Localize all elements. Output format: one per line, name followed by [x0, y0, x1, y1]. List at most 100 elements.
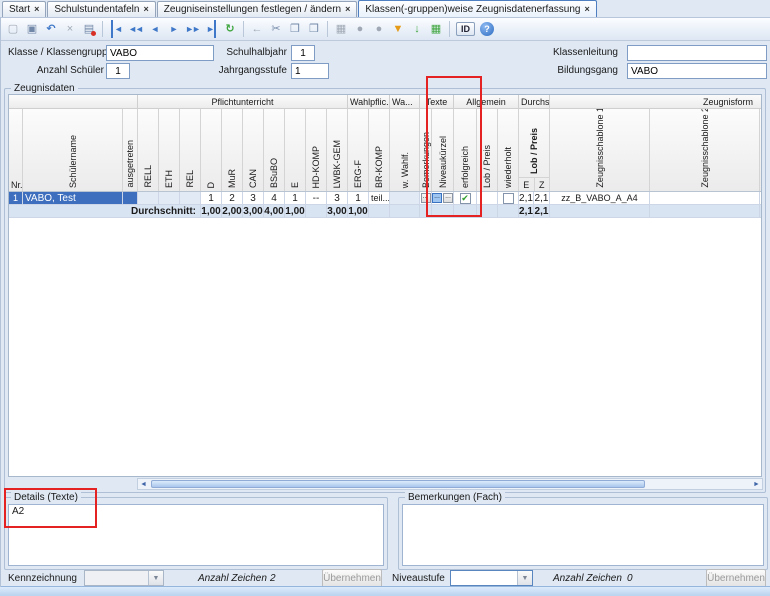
help-icon[interactable]: ? — [480, 22, 494, 36]
cell-lob-preis[interactable] — [477, 192, 498, 205]
cell-wiederholt[interactable] — [498, 192, 519, 205]
paste-icon[interactable]: ❒ — [305, 20, 323, 38]
kennzeichnung-combobox[interactable]: ▼ — [84, 570, 164, 586]
nav-rewind-icon[interactable]: ◄◄ — [126, 20, 144, 38]
scrollbar-thumb[interactable] — [151, 480, 645, 488]
klasse-label: Klasse / Klassengruppe — [8, 47, 104, 58]
cell-grade[interactable]: -- — [306, 192, 327, 205]
back-arrow-icon[interactable]: ← — [248, 20, 266, 38]
print-preview-icon[interactable]: ● — [351, 20, 369, 38]
niveaukuerzel-value[interactable]: ... — [432, 193, 442, 203]
chevron-down-icon[interactable]: ▼ — [517, 571, 532, 585]
cell-bemerkungen[interactable]: ... — [420, 192, 432, 205]
export-excel-icon[interactable]: ▦ — [427, 20, 445, 38]
col-subject: ERG-F — [348, 109, 369, 191]
niveaukuerzel-ellipsis-button[interactable]: ... — [443, 193, 453, 203]
close-icon[interactable]: × — [585, 5, 590, 14]
print-icon[interactable]: ▦ — [332, 20, 350, 38]
grid-header-row: Nr. Schülername ausgetreten RELL ETH REL… — [9, 109, 761, 192]
cell-grade[interactable]: 3 — [327, 192, 348, 205]
horizontal-scrollbar[interactable]: ◄ ► — [137, 478, 763, 490]
tab-start[interactable]: Start × — [2, 1, 46, 17]
filter-icon[interactable]: ▼ — [389, 20, 407, 38]
cell-niveaukuerzel[interactable]: ...... — [432, 192, 454, 205]
erfolgreich-checkbox[interactable]: ✔ — [460, 193, 471, 204]
bemerkungen-textarea[interactable] — [402, 504, 764, 566]
cell-grade[interactable]: 3 — [243, 192, 264, 205]
kennzeichnung-value — [85, 571, 148, 585]
scroll-right-icon[interactable]: ► — [751, 479, 762, 489]
export-rtf-icon[interactable]: ↓ — [408, 20, 426, 38]
avg-durchschnitt-z: 2,1 — [534, 205, 550, 218]
save-icon[interactable]: ▣ — [23, 20, 41, 38]
cell-weitere-wahlfaecher[interactable] — [390, 192, 420, 205]
tab-bar: Start × Schulstundentafeln × Zeugniseins… — [0, 0, 770, 17]
cell-erfolgreich[interactable]: ✔ — [454, 192, 477, 205]
nav-next-icon[interactable]: ► — [164, 20, 182, 38]
nav-prev-icon[interactable]: ◄ — [145, 20, 163, 38]
cell-zeugnisschablone-2[interactable] — [650, 192, 760, 205]
undo-icon[interactable]: ↶ — [42, 20, 60, 38]
cell-grade[interactable]: 1 — [201, 192, 222, 205]
tab-zeugniseinstellungen[interactable]: Zeugniseinstellungen festlegen / ändern … — [157, 1, 358, 17]
id-button[interactable]: ID — [456, 22, 475, 36]
bemerkungen-ellipsis-button[interactable]: ... — [421, 193, 431, 203]
cell-durchschnitt-e[interactable]: 2,1 — [519, 192, 534, 205]
nav-last-icon[interactable]: ► — [206, 20, 216, 38]
anzahl-schueler-input[interactable] — [106, 63, 130, 79]
col-subject: ETH — [159, 109, 180, 191]
cell-grade[interactable] — [180, 192, 201, 205]
nav-first-icon[interactable]: ◄ — [111, 20, 121, 38]
col-wiederholt: wiederholt — [498, 109, 519, 191]
klassenleitung-input[interactable] — [627, 45, 767, 61]
scroll-left-icon[interactable]: ◄ — [138, 479, 149, 489]
cell-grade[interactable]: 1 — [348, 192, 369, 205]
schulhalbjahr-input[interactable] — [291, 45, 315, 61]
details-textarea[interactable]: A2 — [8, 504, 384, 566]
cell-zeugnisschablone-1[interactable]: zz_B_VABO_A_A4 — [550, 192, 650, 205]
group-zeugnisform: Zeugnisform — [550, 95, 761, 108]
pin-icon[interactable]: ● — [370, 20, 388, 38]
bildungsgang-input[interactable] — [627, 63, 767, 79]
avg-cell — [420, 205, 432, 218]
cell-nr[interactable]: 1 — [9, 192, 23, 205]
delete-icon[interactable]: × — [61, 20, 79, 38]
chevron-down-icon[interactable]: ▼ — [148, 571, 163, 585]
cell-ausgetreten[interactable] — [123, 192, 138, 205]
close-icon[interactable]: × — [143, 5, 148, 14]
details-texte-legend: Details (Texte) — [11, 492, 81, 503]
tab-zeugnisdatenerfassung[interactable]: Klassen(-gruppen)weise Zeugnisdatenerfas… — [358, 0, 596, 17]
close-icon[interactable]: × — [34, 5, 39, 14]
durchschnitt-label: Durchschnitt: — [9, 205, 201, 218]
col-subject: D — [201, 109, 222, 191]
jahrgangsstufe-input[interactable] — [291, 63, 329, 79]
cell-grade[interactable]: 2 — [222, 192, 243, 205]
niveaustufe-combobox[interactable]: ▼ — [450, 570, 533, 586]
cell-grade[interactable]: 1 — [285, 192, 306, 205]
nav-forward-icon[interactable]: ►► — [183, 20, 201, 38]
niveaustufe-label: Niveaustufe — [392, 573, 445, 584]
wiederholt-checkbox[interactable] — [503, 193, 514, 204]
cell-durchschnitt-z[interactable]: 2,1 — [534, 192, 550, 205]
anzahl-schueler-label: Anzahl Schüler — [8, 65, 104, 76]
col-zeugnisschablone-1: Zeugnisschablone 1 — [550, 109, 650, 191]
zeugnisdaten-groupbox: Zeugnisdaten Pflichtunterricht Wahlpflic… — [4, 88, 766, 493]
cell-grade[interactable] — [138, 192, 159, 205]
cell-zeugnisform[interactable] — [760, 192, 761, 205]
close-icon[interactable]: × — [345, 5, 350, 14]
cell-grade[interactable] — [159, 192, 180, 205]
table-row[interactable]: 1 VABO, Test 1 2 3 4 1 -- 3 1 teil... ..… — [9, 192, 761, 205]
refresh-icon[interactable]: ↻ — [221, 20, 239, 38]
col-zeugnisschablone-2: Zeugnisschablone 2 — [650, 109, 760, 191]
new-document-icon[interactable]: ▢ — [4, 20, 22, 38]
avg-grade: 3,00 — [327, 205, 348, 218]
grid-viewport: Pflichtunterricht Wahlpflic... Wa... Tex… — [8, 94, 762, 477]
cut-icon[interactable]: ✂ — [267, 20, 285, 38]
cell-schuelername[interactable]: VABO, Test — [23, 192, 123, 205]
cell-grade[interactable]: teil... — [369, 192, 390, 205]
cell-grade[interactable]: 4 — [264, 192, 285, 205]
tab-schulstundentafeln[interactable]: Schulstundentafeln × — [47, 1, 155, 17]
edit-record-icon[interactable]: ▤ — [80, 20, 98, 38]
avg-cell — [454, 205, 477, 218]
copy-icon[interactable]: ❐ — [286, 20, 304, 38]
